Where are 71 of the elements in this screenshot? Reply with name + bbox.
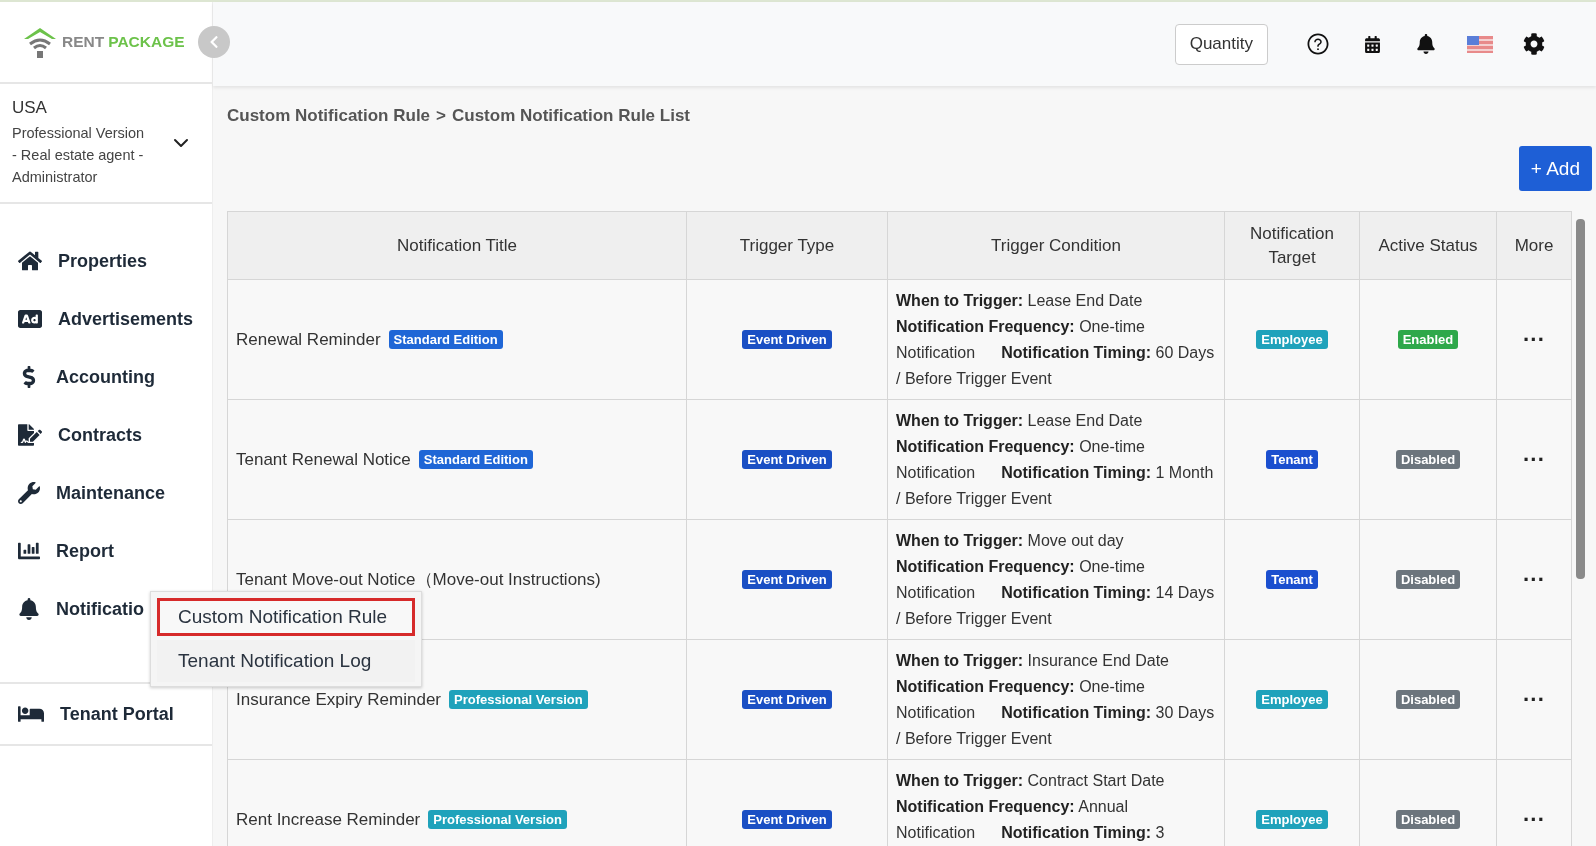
help-icon xyxy=(1306,32,1330,56)
trigger-condition: When to Trigger: Move out day Notification Frequency: One-time Notification Notification Timing: 14 Days / Before Trigger Event xyxy=(896,531,1216,629)
edition-tag: Standard Edition xyxy=(388,330,503,349)
flag-icon xyxy=(1467,35,1493,53)
breadcrumb-link[interactable]: Custom Notification Rule xyxy=(227,106,431,126)
target-tag: Tenant xyxy=(1266,570,1318,589)
logo-text: PACKAGE xyxy=(108,33,185,51)
account-details: Professional Version - Real estate agent - Administrator xyxy=(12,124,146,187)
target-tag: Employee xyxy=(1256,330,1328,349)
status-tag: Enabled xyxy=(1397,330,1459,349)
notification-title: Renewal Reminder xyxy=(236,329,381,350)
edition-tag: Standard Edition xyxy=(418,450,533,469)
edition-tag: Professional Version xyxy=(449,690,588,709)
trigger-condition: When to Trigger: Contract Start Date Notification Frequency: Annual Notification Notification Timing: 3 xyxy=(896,771,1166,843)
status-tag: Disabled xyxy=(1395,450,1461,469)
bell-icon xyxy=(1416,34,1436,54)
trigger-type-tag: Event Driven xyxy=(742,810,832,829)
trigger-condition: When to Trigger: Lease End Date Notification Frequency: One-time Notification Notification Timing: 60 Days / Before Trigger Event xyxy=(896,291,1216,389)
logo-icon xyxy=(22,25,58,59)
trigger-condition: When to Trigger: Lease End Date Notification Frequency: One-time Notification Notification Timing: 1 Month / Before Trigger Event xyxy=(896,411,1215,509)
account-country: USA xyxy=(12,98,48,118)
nav-item[interactable]: Maintenance xyxy=(0,464,168,522)
nav-item[interactable]: Accounting xyxy=(0,348,157,406)
more-button[interactable]: ··· xyxy=(1523,808,1545,831)
logo-text: RENT xyxy=(62,33,105,51)
target-tag: Employee xyxy=(1256,690,1328,709)
more-button[interactable]: ··· xyxy=(1523,328,1545,351)
calendar-icon xyxy=(1363,35,1381,53)
more-button[interactable]: ··· xyxy=(1523,448,1545,471)
column-header: Notification Target xyxy=(1225,212,1360,280)
nav-item[interactable]: Tenant Portal xyxy=(0,684,176,744)
signed-document-icon xyxy=(18,423,42,447)
wrench-icon xyxy=(18,482,40,504)
notification-title: Tenant Move-out Notice（Move-out Instructions) xyxy=(236,569,601,591)
quantity-button[interactable]: Quantity xyxy=(1174,23,1268,65)
column-header: Trigger Condition xyxy=(888,212,1225,280)
nav-item[interactable]: Report xyxy=(0,522,116,580)
notification-title: Insurance Expiry Reminder xyxy=(236,689,442,710)
breadcrumb-current: Custom Notification Rule List xyxy=(452,106,690,126)
settings-icon xyxy=(1523,33,1545,55)
breadcrumb-separator: > xyxy=(436,106,446,126)
trigger-condition: When to Trigger: Insurance End Date Notification Frequency: One-time Notification Notification Timing: 30 Days / Before Trigger Event xyxy=(896,651,1216,749)
ad-icon xyxy=(18,307,42,331)
home-icon xyxy=(18,249,42,273)
more-button[interactable]: ··· xyxy=(1523,568,1545,591)
nav-item[interactable]: Contracts xyxy=(0,406,144,464)
column-header: More xyxy=(1497,212,1572,280)
trigger-type-tag: Event Driven xyxy=(742,690,832,709)
notification-title: Rent Increase Reminder xyxy=(236,809,421,830)
scrollbar-thumb[interactable] xyxy=(1576,219,1585,579)
column-header: Notification Title xyxy=(228,212,687,280)
nav-item[interactable]: Notificatio xyxy=(0,580,146,638)
submenu-item[interactable]: Custom Notification Rule xyxy=(157,598,415,636)
status-tag: Disabled xyxy=(1395,690,1461,709)
status-tag: Disabled xyxy=(1395,810,1461,829)
target-tag: Employee xyxy=(1256,810,1328,829)
bar-chart-icon xyxy=(18,540,40,562)
more-button[interactable]: ··· xyxy=(1523,688,1545,711)
edition-tag: Professional Version xyxy=(428,810,567,829)
target-tag: Tenant xyxy=(1266,450,1318,469)
trigger-type-tag: Event Driven xyxy=(742,450,832,469)
add-button[interactable]: + Add xyxy=(1518,146,1592,191)
nav-item[interactable]: Properties xyxy=(0,232,150,290)
column-header: Trigger Type xyxy=(687,212,888,280)
trigger-type-tag: Event Driven xyxy=(742,570,832,589)
nav-item[interactable]: Advertisements xyxy=(0,290,196,348)
column-header: Active Status xyxy=(1360,212,1497,280)
bell-icon xyxy=(18,598,40,620)
trigger-type-tag: Event Driven xyxy=(742,330,832,349)
status-tag: Disabled xyxy=(1395,570,1461,589)
notification-title: Tenant Renewal Notice xyxy=(236,449,411,470)
